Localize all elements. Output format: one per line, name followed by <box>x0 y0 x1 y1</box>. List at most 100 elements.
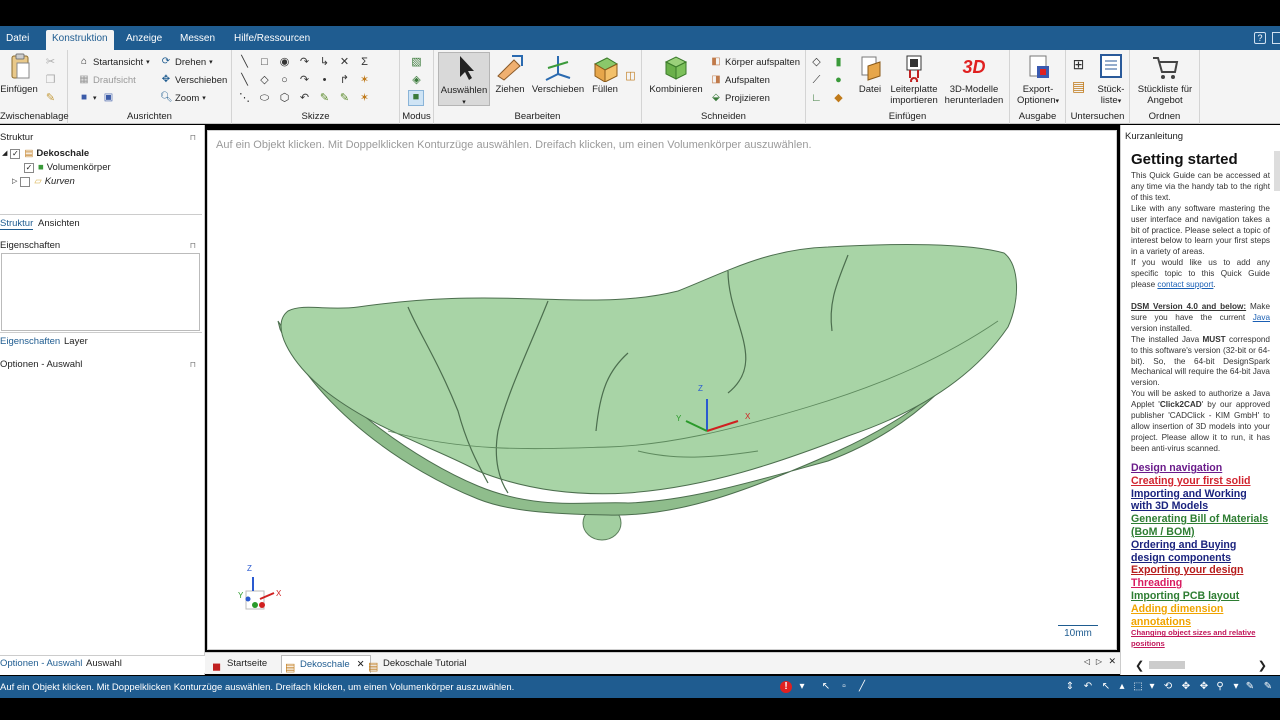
tangent-line-icon[interactable]: ╲ <box>238 74 251 87</box>
link-ordering[interactable]: Ordering and Buying design components <box>1131 539 1270 565</box>
projizieren-button[interactable]: ⬙ Projizieren <box>710 92 770 104</box>
pin-icon[interactable]: ⊓ <box>190 130 196 146</box>
mass-icon[interactable]: ▤ <box>1072 79 1085 93</box>
link-threading[interactable]: Threading <box>1131 577 1270 590</box>
bowl-top-surface[interactable] <box>280 244 1017 495</box>
tab-datei[interactable]: Datei <box>0 30 35 50</box>
tree-item-dekoschale[interactable]: ◢ ✓ ▤ Dekoschale <box>2 147 89 161</box>
snap-icon[interactable]: ▫ <box>838 681 850 693</box>
polygon-icon[interactable]: ⬡ <box>278 92 291 105</box>
fuellen-button[interactable]: Füllen <box>588 52 622 95</box>
vertical-scrollbar[interactable] <box>1274 151 1280 191</box>
close-icon[interactable]: ✕ <box>357 656 365 674</box>
spline-icon[interactable]: ✎ <box>318 92 331 105</box>
link-exporting[interactable]: Exporting your design <box>1131 564 1270 577</box>
horizontal-scrollbar[interactable]: ❮ ❯ <box>1121 659 1280 672</box>
verschieben-button[interactable]: Verschieben <box>530 52 586 95</box>
tab-optionen-auswahl[interactable]: Optionen - Auswahl <box>0 658 82 669</box>
tab-konstruktion[interactable]: Konstruktion <box>46 30 114 50</box>
pin-icon[interactable]: ⊓ <box>190 357 196 373</box>
scroll-right-icon[interactable]: ❯ <box>1258 659 1267 672</box>
pen-2-icon[interactable]: ✎ <box>1262 681 1274 693</box>
java-link[interactable]: Java <box>1253 313 1270 322</box>
collapse-icon[interactable]: ◢ <box>2 147 7 161</box>
3d-modelle-button[interactable]: 3D 3D-Modelle herunterladen <box>942 52 1006 106</box>
box-select-icon[interactable]: ⬚ <box>1132 681 1144 693</box>
origin-icon[interactable]: ∟ <box>810 92 823 105</box>
visibility-checkbox[interactable]: ✓ <box>10 149 21 159</box>
measure-icon[interactable]: ⊞ <box>1072 57 1085 71</box>
bend-icon[interactable]: ✎ <box>338 92 351 105</box>
link-design-navigation[interactable]: Design navigation <box>1131 462 1270 475</box>
paste-button[interactable]: Einfügen <box>0 52 38 95</box>
sigma-icon[interactable]: Σ <box>358 56 371 69</box>
shell-icon[interactable]: ◆ <box>832 92 845 105</box>
pin-icon[interactable]: ⊓ <box>190 238 196 254</box>
draufsicht-button[interactable]: ▦ Draufsicht <box>78 74 136 86</box>
status-arrow-icon[interactable]: ↖ <box>820 681 832 693</box>
extend-icon[interactable]: ✶ <box>358 74 371 87</box>
arc-icon[interactable]: ↷ <box>298 56 311 69</box>
tangent-arc-icon[interactable]: ↷ <box>298 74 311 87</box>
zoom-dropdown-icon[interactable]: ▾ <box>1230 681 1242 693</box>
cut-icon[interactable]: ✂ <box>44 56 57 69</box>
doc-tab-tutorial[interactable]: ▤ Dekoschale Tutorial <box>365 655 466 673</box>
select-tool-icon[interactable]: ↖ <box>1100 681 1112 693</box>
drehen-button[interactable]: ⟳ Drehen ▾ <box>160 56 213 68</box>
tree-item-kurven[interactable]: ▷ ▱ Kurven <box>12 175 75 189</box>
stueckliste-angebot-button[interactable]: Stückliste für Angebot <box>1132 52 1198 106</box>
circle-icon[interactable]: ◉ <box>278 56 291 69</box>
filter-icon[interactable]: ▾ <box>796 681 808 693</box>
zoom-button[interactable]: 🔍︎ Zoom ▾ <box>160 92 206 104</box>
visibility-checkbox[interactable] <box>20 177 31 187</box>
line-icon[interactable]: ╲ <box>238 56 251 69</box>
tab-scroll-left-icon[interactable]: ◁ <box>1084 657 1090 666</box>
tab-struktur[interactable]: Struktur <box>0 218 34 230</box>
error-icon[interactable]: ! <box>780 681 792 693</box>
plane-icon[interactable]: ◇ <box>810 56 823 69</box>
tab-anzeige[interactable]: Anzeige <box>120 30 168 50</box>
contact-support-link[interactable]: contact support <box>1157 280 1213 289</box>
view-triad[interactable]: Z X Y <box>238 564 282 610</box>
tab-scroll-right-icon[interactable]: ▷ <box>1096 657 1102 666</box>
tab-layer[interactable]: Layer <box>64 336 88 347</box>
three-point-circle-icon[interactable]: ○ <box>278 74 291 87</box>
undo-view-icon[interactable]: ↶ <box>1082 681 1094 693</box>
cylinder-icon[interactable]: ▮ <box>832 56 845 69</box>
point-icon[interactable]: • <box>318 74 331 87</box>
section-mode-icon[interactable]: ◈ <box>410 74 423 87</box>
model-canvas[interactable]: Z X Y Z X Y <box>208 131 1116 649</box>
export-optionen-button[interactable]: Export- Optionen▾ <box>1012 52 1064 107</box>
stueckliste-button[interactable]: Stück-liste▾ <box>1094 52 1128 107</box>
spin-icon[interactable]: ⇕ <box>1064 681 1076 693</box>
lock-icon[interactable]: ╱ <box>856 681 868 693</box>
doc-tab-dekoschale[interactable]: ▤ Dekoschale ✕ <box>281 655 371 674</box>
link-pcb[interactable]: Importing PCB layout <box>1131 590 1270 603</box>
copy-icon[interactable]: ❐ <box>44 74 57 87</box>
triangle-icon[interactable]: ▴ <box>1116 681 1128 693</box>
view-cube-button[interactable]: ■ ▾ ▣ <box>78 92 118 104</box>
tab-ansichten[interactable]: Ansichten <box>38 218 80 229</box>
link-dimensions[interactable]: Adding dimension annotations <box>1131 603 1270 629</box>
ziehen-button[interactable]: Ziehen <box>492 52 528 95</box>
3d-viewport[interactable]: Auf ein Objekt klicken. Mit Doppelklicke… <box>207 130 1117 650</box>
select-dropdown-icon[interactable]: ▾ <box>1146 681 1158 693</box>
koerper-aufspalten-button[interactable]: ◧ Körper aufspalten <box>710 56 800 68</box>
zoom-status-icon[interactable]: ⚲ <box>1214 681 1226 693</box>
datei-einfuegen-button[interactable]: Datei <box>854 52 886 95</box>
close-all-icon[interactable]: ✕ <box>1108 656 1116 667</box>
sketch-mode-icon[interactable]: ▧ <box>410 56 423 69</box>
orbit-icon[interactable]: ⟲ <box>1162 681 1174 693</box>
box-icon[interactable]: ◫ <box>624 70 637 83</box>
scroll-left-icon[interactable]: ❮ <box>1135 659 1144 672</box>
leiterplatte-importieren-button[interactable]: Leiterplatte importieren <box>888 52 940 106</box>
axis-icon[interactable]: ⟋ <box>810 74 823 87</box>
ellipse-icon[interactable]: ⬭ <box>258 92 271 105</box>
move-view-icon[interactable]: ✥ <box>1180 681 1192 693</box>
pen-icon[interactable]: ✎ <box>1244 681 1256 693</box>
offset-icon[interactable]: ↱ <box>338 74 351 87</box>
construction-line-icon[interactable]: ⋱ <box>238 92 251 105</box>
trim-icon[interactable]: ✕ <box>338 56 351 69</box>
expand-icon[interactable]: ▷ <box>12 175 17 189</box>
tab-auswahl[interactable]: Auswahl <box>86 658 122 669</box>
